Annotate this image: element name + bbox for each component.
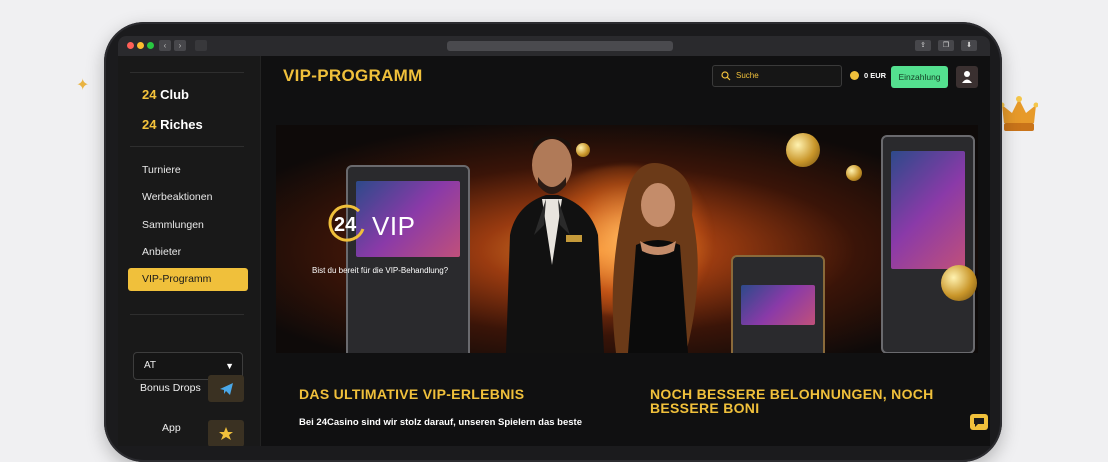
coin-icon — [850, 71, 859, 80]
forward-button[interactable]: › — [174, 40, 186, 51]
sidebar-item-24riches[interactable]: 24 Riches — [142, 117, 203, 132]
star-icon — [219, 427, 233, 440]
browser-screen: ‹ › ⇪ ❐ ⬇ 24 Club 24 Riches Turniere Wer… — [118, 36, 990, 446]
section-title-rewards-line2: BESSERE BONI — [650, 400, 760, 416]
search-input[interactable]: Suche — [712, 65, 842, 87]
vip-logo-word: VIP — [372, 211, 416, 241]
back-button[interactable]: ‹ — [159, 40, 171, 51]
search-icon — [721, 71, 731, 81]
section-title-vip-experience: DAS ULTIMATIVE VIP-ERLEBNIS — [299, 386, 525, 402]
woman-image — [612, 163, 698, 353]
deposit-button[interactable]: Einzahlung — [891, 66, 948, 88]
section-title-rewards: NOCH BESSERE BELOHNUNGEN, NOCH BESSERE B… — [650, 387, 934, 415]
divider — [130, 72, 244, 73]
search-placeholder: Suche — [736, 71, 759, 80]
tabs-icon[interactable]: ❐ — [938, 40, 954, 51]
divider — [130, 314, 244, 315]
maximize-window-button[interactable] — [147, 42, 154, 49]
region-select-value: AT — [144, 360, 157, 371]
divider — [130, 146, 244, 147]
app-button[interactable] — [208, 420, 244, 446]
telegram-icon — [220, 383, 233, 395]
crown-icon — [1000, 96, 1038, 131]
download-icon[interactable]: ⬇ — [961, 40, 977, 51]
close-window-button[interactable] — [127, 42, 134, 49]
sidebar-toggle-icon[interactable] — [195, 40, 207, 51]
section-text-vip-experience: Bei 24Casino sind wir stolz darauf, unse… — [299, 417, 582, 428]
sidebar-item-anbieter[interactable]: Anbieter — [142, 246, 181, 258]
app-label: App — [162, 422, 181, 434]
address-bar[interactable] — [447, 41, 673, 51]
slot-machine-image — [731, 255, 825, 353]
sidebar-item-24club[interactable]: 24 Club — [142, 87, 189, 102]
vip-hero-banner: 24 VIP Bist du bereit für die VIP-Behand… — [276, 125, 978, 353]
slot-machine-image — [346, 165, 470, 353]
minimize-window-button[interactable] — [137, 42, 144, 49]
browser-toolbar: ‹ › ⇪ ❐ ⬇ — [118, 36, 990, 56]
sidebar-item-vip-programm[interactable]: VIP-Programm — [128, 268, 248, 291]
sidebar-item-werbeaktionen[interactable]: Werbeaktionen — [142, 191, 212, 203]
vip-logo-number: 24 — [334, 214, 357, 236]
sidebar: 24 Club 24 Riches Turniere Werbeaktionen… — [118, 56, 261, 446]
page-title: VIP-PROGRAMM — [283, 66, 423, 85]
sparkle-icon: ✦ — [76, 77, 90, 94]
chat-icon — [974, 418, 984, 427]
chat-button[interactable] — [970, 414, 988, 430]
sidebar-item-turniere[interactable]: Turniere — [142, 164, 181, 176]
coin-image — [786, 133, 820, 167]
user-icon — [962, 71, 972, 83]
slot-machine-image — [881, 135, 975, 353]
hero-subtitle: Bist du bereit für die VIP-Behandlung? — [312, 266, 449, 275]
profile-button[interactable] — [956, 66, 978, 88]
coin-image — [941, 265, 977, 301]
balance-display: 0 EUR — [864, 71, 887, 80]
sidebar-item-sammlungen[interactable]: Sammlungen — [142, 219, 204, 231]
telegram-button[interactable] — [208, 375, 244, 402]
share-icon[interactable]: ⇪ — [915, 40, 931, 51]
bonus-drops-label: Bonus Drops — [140, 382, 201, 394]
coin-image — [846, 165, 862, 181]
section-title-rewards-line1: NOCH BESSERE BELOHNUNGEN, NOCH — [650, 386, 934, 402]
